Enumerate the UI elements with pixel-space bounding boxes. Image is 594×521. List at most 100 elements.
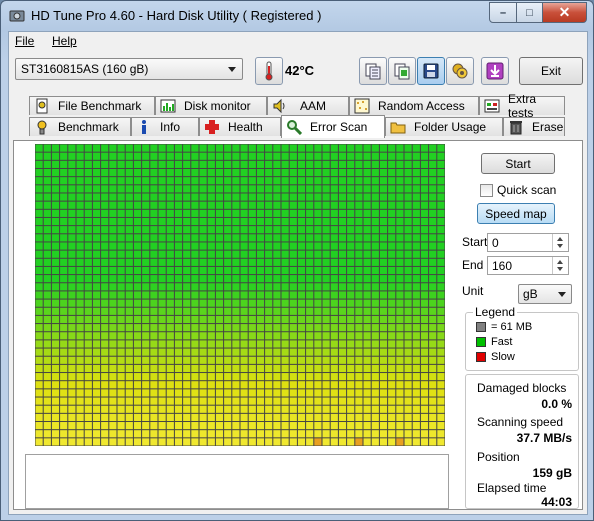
scan-block [35,307,43,315]
title-bar[interactable]: HD Tune Pro 4.60 - Hard Disk Utility ( R… [1,1,593,31]
quick-scan-checkbox[interactable] [480,183,493,197]
scan-block [240,356,248,364]
speed-map-button[interactable]: Speed map [477,203,555,224]
scan-block [68,201,76,209]
quick-scan-label: Quick scan [497,183,557,197]
menu-help[interactable]: Help [52,34,77,48]
spin-up-icon[interactable] [557,237,563,241]
scan-block [43,413,51,422]
scan-block [338,250,347,258]
scan-block [355,373,363,381]
scan-block [191,160,199,168]
scan-block [35,356,43,364]
copy-info-button[interactable] [359,57,387,85]
tab-error-scan[interactable]: Error Scan [281,115,385,138]
scan-block [306,389,314,397]
scan-block [76,258,84,266]
scan-block [256,381,265,389]
scan-block [158,201,166,209]
scan-block [43,193,51,201]
scan-block [256,315,265,324]
scan-log[interactable] [25,454,449,509]
scan-block [191,356,199,364]
scan-block [150,348,158,356]
spin-down-icon[interactable] [557,267,563,271]
scan-block [404,234,412,242]
scan-block [429,422,437,430]
unit-select[interactable]: gB [518,284,572,304]
scan-block [174,275,183,283]
end-spinbox[interactable]: 160 [487,256,569,275]
scan-block [35,283,43,291]
scan-block [183,413,191,422]
scan-block [330,266,338,275]
scan-block [117,373,125,381]
spin-down-icon[interactable] [557,244,563,248]
scan-block [125,275,133,283]
exit-button[interactable]: Exit [519,57,583,85]
spin-up-icon[interactable] [557,260,563,264]
scan-block [355,177,363,185]
save-button[interactable] [417,57,445,85]
scan-block [150,315,158,324]
scan-block [338,348,347,356]
tab-file-benchmark[interactable]: File Benchmark [29,96,155,115]
scan-block [256,275,265,283]
scan-block [158,405,166,413]
download-button[interactable] [481,57,509,85]
tab-benchmark[interactable]: Benchmark [29,117,131,136]
scan-block [125,250,133,258]
tab-random-access[interactable]: Random Access [349,96,479,115]
scan-block [355,422,363,430]
scan-block [101,291,109,299]
scan-block [420,258,429,266]
menu-file[interactable]: File [15,34,34,48]
scan-block [256,373,265,381]
scan-block [166,364,174,373]
scan-block [412,283,420,291]
scan-block [256,389,265,397]
scan-block [84,168,92,177]
start-button[interactable]: Start [481,153,555,174]
scan-block [183,315,191,324]
scan-block [371,307,379,315]
tab-erase[interactable]: Erase [503,117,565,136]
scan-block [355,185,363,193]
close-button[interactable]: ✕ [543,2,587,23]
scan-block [207,307,215,315]
scan-block [420,364,429,373]
scan-block [174,201,183,209]
tab-extra-tests[interactable]: Extra tests [479,92,565,120]
scan-block [412,168,420,177]
tab-health[interactable]: Health [199,117,281,136]
start-spinbox[interactable]: 0 [487,233,569,252]
scan-block [322,356,330,364]
end-label: End [462,258,484,272]
drive-select[interactable]: ST3160815AS (160 gB) [15,58,243,80]
scan-block [396,185,404,193]
tab-info[interactable]: Info [131,117,199,136]
scan-block [437,193,445,201]
copy-text-button[interactable] [388,57,416,85]
scan-block [150,250,158,258]
thermometer-button[interactable] [255,57,283,85]
scan-block [273,373,281,381]
tab-aam[interactable]: AAM [267,96,349,115]
scan-block [199,315,207,324]
scan-block [388,348,396,356]
scan-block [429,209,437,217]
scan-block [76,226,84,234]
scan-block [355,332,363,340]
scan-block [396,168,404,177]
scan-block [273,209,281,217]
scan-block [109,324,117,332]
scan-block [396,144,404,152]
quick-scan-option[interactable]: Quick scan [480,183,556,197]
screenshot-button[interactable] [446,57,474,85]
maximize-button[interactable]: □ [517,2,543,23]
tab-folder-usage[interactable]: Folder Usage [385,117,503,136]
minimize-button[interactable]: – [489,2,517,23]
scan-block [256,405,265,413]
tab-disk-monitor[interactable]: Disk monitor [155,96,267,115]
health-icon [205,120,219,134]
